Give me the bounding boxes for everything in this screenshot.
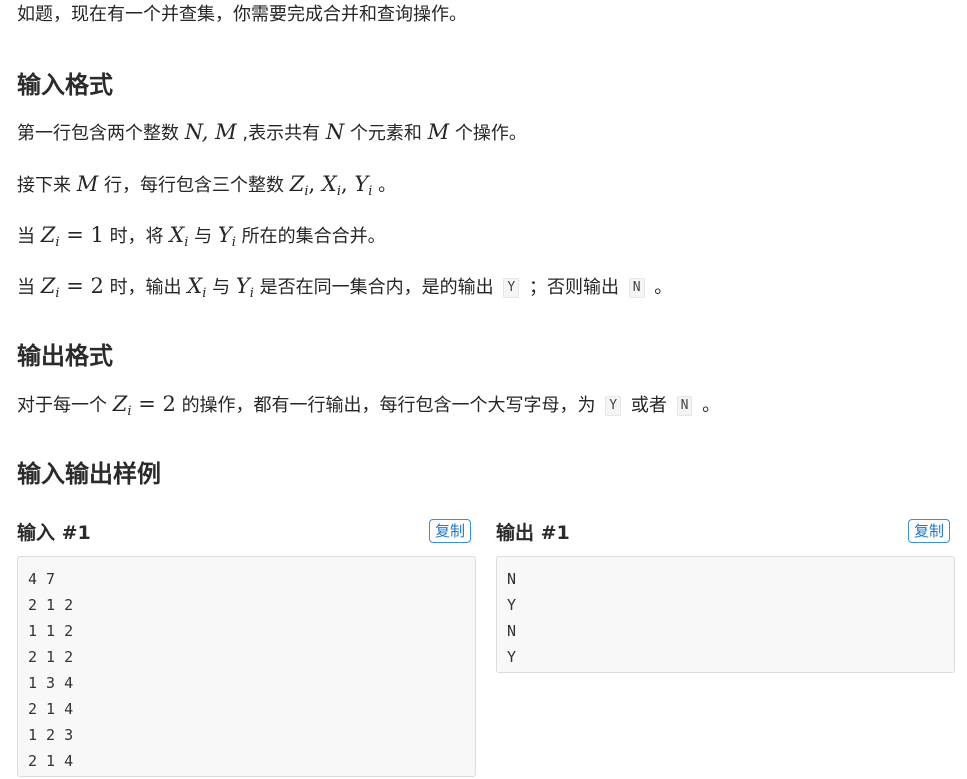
inline-code-y: Y [503, 278, 520, 298]
math-yi: Yi [235, 274, 254, 301]
math-zi-eq-2: Zi = 2 [40, 274, 104, 301]
math-zi-eq-1: Zi = 1 [40, 223, 104, 250]
copy-input-button[interactable]: 复制 [429, 519, 472, 543]
inline-code-n: N [676, 396, 693, 416]
code-line: 4 7 [28, 570, 56, 588]
code-line: N [507, 570, 517, 588]
code-line: Y [507, 648, 517, 666]
input-format-heading: 输入格式 [17, 71, 113, 99]
code-line: 1 2 3 [28, 726, 74, 744]
code-line: 1 1 2 [28, 622, 74, 640]
code-line: Y [507, 596, 517, 614]
code-line: 2 1 2 [28, 596, 74, 614]
inline-code-y: Y [605, 396, 622, 416]
samples-heading: 输入输出样例 [17, 460, 161, 488]
inline-code-n: N [628, 278, 645, 298]
sample-input-title: 输入 #1 [17, 522, 91, 544]
intro-text: 如题，现在有一个并查集，你需要完成合并和查询操作。 [17, 4, 467, 25]
code-line: 2 1 4 [28, 752, 74, 770]
math-zi-xi-yi: Zi, Xi, Yi [289, 172, 373, 199]
math-xi: Xi [187, 274, 207, 301]
output-format-heading: 输出格式 [17, 342, 113, 370]
sample-output-block[interactable]: NYNY [496, 556, 955, 673]
math-m: M [76, 172, 99, 196]
input-format-line-4: 当 Zi = 2 时，输出 Xi 与 Yi 是否在同一集合内，是的输出 Y ；否… [17, 274, 673, 301]
math-zi-eq-2: Zi = 2 [112, 392, 176, 419]
math-yi: Yi [217, 223, 236, 250]
copy-output-button[interactable]: 复制 [908, 519, 951, 543]
code-line: 2 1 2 [28, 648, 74, 666]
math-xi: Xi [169, 223, 189, 250]
output-format-line-1: 对于每一个 Zi = 2 的操作，都有一行输出，每行包含一个大写字母，为 Y 或… [17, 392, 721, 419]
math-m: M [427, 120, 450, 144]
code-line: N [507, 622, 517, 640]
problem-page: 如题，现在有一个并查集，你需要完成合并和查询操作。 输入格式 第一行包含两个整数… [0, 0, 967, 779]
sample-output-title: 输出 #1 [496, 522, 570, 544]
math-n: N [325, 120, 345, 144]
sample-input-block[interactable]: 4 7 2 1 2 1 1 2 2 1 2 1 3 4 2 1 4 1 2 3 2 1 4 [17, 556, 476, 777]
input-format-line-2: 接下来 M 行，每行包含三个整数 Zi, Xi, Yi 。 [17, 172, 397, 199]
input-format-line-1: 第一行包含两个整数 N, M ,表示共有 N 个元素和 M 个操作。 [17, 120, 527, 144]
math-n-m: N, M [184, 120, 237, 144]
code-line: 1 3 4 [28, 674, 74, 692]
input-format-line-3: 当 Zi = 1 时，将 Xi 与 Yi 所在的集合合并。 [17, 223, 386, 250]
code-line: 2 1 4 [28, 700, 74, 718]
